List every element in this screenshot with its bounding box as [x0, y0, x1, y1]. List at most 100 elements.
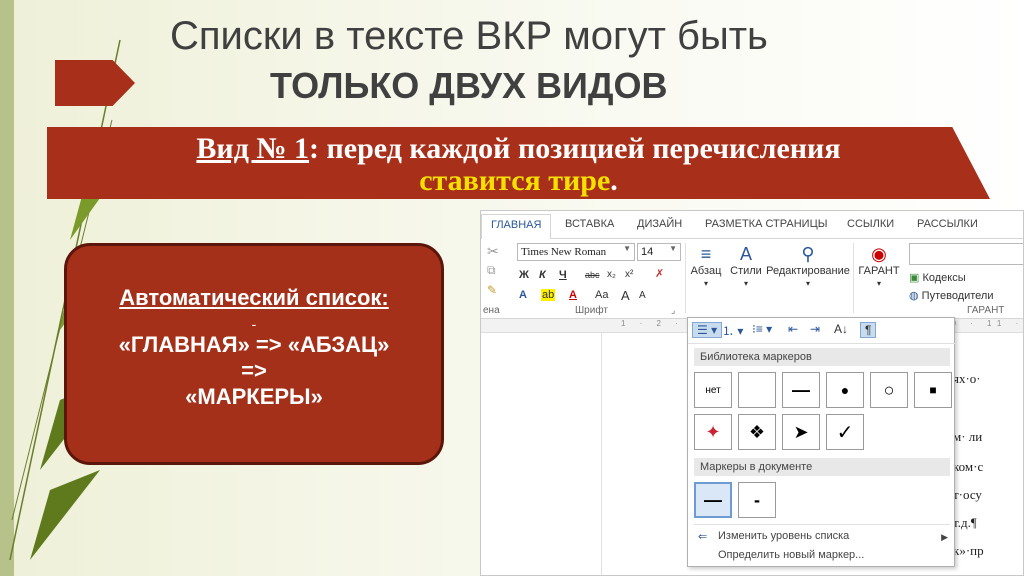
- strikethrough-button[interactable]: abc: [585, 270, 600, 280]
- guides-icon: ◍: [909, 290, 919, 302]
- library-header: Библиотека маркеров: [694, 348, 950, 366]
- chevron-down-icon: ▾: [805, 279, 810, 288]
- paragraph-button[interactable]: ≡ Абзац ▾: [689, 243, 723, 289]
- underline-button[interactable]: Ч: [559, 269, 567, 281]
- ribbon: ✂ ⧉ ✎ Times New Roman ▼ 14 ▼ Ж К Ч abc x₂ …: [481, 239, 1023, 319]
- chevron-right-icon: ▶: [941, 532, 948, 542]
- grow-font-button[interactable]: A: [621, 288, 630, 303]
- ribbon-separator: [685, 243, 686, 313]
- banner-description: : перед каждой позицией перечисления: [309, 132, 841, 165]
- show-formatting-button[interactable]: ¶: [860, 322, 877, 338]
- chevron-down-icon: ▾: [703, 279, 708, 288]
- bullet-star[interactable]: ✦: [694, 414, 732, 450]
- garant-button[interactable]: ◉ ГАРАНТ ▾: [855, 243, 903, 289]
- format-painter-icon[interactable]: ✎: [487, 283, 497, 297]
- title-line-1: Списки в тексте ВКР могут быть: [170, 14, 768, 58]
- banner-period: .: [610, 164, 618, 197]
- bullet-dash[interactable]: —: [782, 372, 820, 408]
- group-label-font: Шрифт: [575, 305, 608, 316]
- font-color-button[interactable]: A: [569, 289, 577, 301]
- doc-text-fragment: ях·о·: [953, 371, 981, 386]
- chevron-down-icon: ▼: [669, 244, 677, 253]
- chevron-down-icon: ▼: [623, 244, 631, 253]
- chevron-down-icon: ▾: [743, 279, 748, 288]
- styles-button[interactable]: A Стили ▾: [729, 243, 763, 289]
- paragraph-mini-toolbar: ☰ ▾ ⒈ ▾ ⁝≡ ▾ ⇤ ⇥ A↓ ¶: [688, 318, 956, 344]
- guides-label: Путеводители: [921, 290, 994, 302]
- word-screenshot: ГЛАВНАЯ ВСТАВКА ДИЗАЙН РАЗМЕТКА СТРАНИЦЫ…: [480, 210, 1024, 576]
- font-size-select[interactable]: 14 ▼: [637, 243, 681, 261]
- doc-text-fragment: т.д.¶: [953, 515, 977, 530]
- bold-button[interactable]: Ж: [519, 269, 529, 281]
- shrink-font-button[interactable]: A: [639, 290, 646, 301]
- tab-references[interactable]: ССЫЛКИ: [847, 218, 894, 230]
- styles-label: Стили: [730, 265, 762, 277]
- instruction-line-1: «ГЛАВНАЯ» => «АБЗАЦ»: [118, 332, 390, 357]
- font-name-select[interactable]: Times New Roman ▼: [517, 243, 635, 261]
- doc-text-fragment: м· ли: [953, 429, 983, 444]
- document-bullet-dash[interactable]: —: [694, 482, 732, 518]
- decrease-indent-button[interactable]: ⇤: [788, 322, 798, 336]
- editing-button[interactable]: ⚲ Редактирование ▾: [765, 243, 851, 289]
- guides-link[interactable]: ◍ Путеводители: [909, 289, 994, 302]
- change-case-button[interactable]: Aa: [595, 289, 608, 301]
- binoculars-icon: ⚲: [801, 244, 815, 264]
- slide-title: Списки в тексте ВКР могут быть ТОЛЬКО ДВ…: [170, 10, 930, 110]
- increase-indent-button[interactable]: ⇥: [810, 322, 820, 336]
- bullet-hollow-circle[interactable]: ○: [870, 372, 908, 408]
- instruction-title: Автоматический список:: [119, 285, 389, 310]
- bullet-square[interactable]: ■: [914, 372, 952, 408]
- document-bullets-header: Маркеры в документе: [694, 458, 950, 476]
- banner-type-label: Вид № 1: [196, 132, 310, 165]
- bullets-button[interactable]: ☰ ▾: [692, 322, 723, 338]
- highlight-button[interactable]: ab: [541, 289, 556, 301]
- subscript-button[interactable]: x₂: [607, 269, 616, 280]
- bullet-empty[interactable]: [738, 372, 776, 408]
- title-line-2: ТОЛЬКО ДВУХ ВИДОВ: [270, 65, 668, 106]
- clear-format-icon[interactable]: ✗: [655, 267, 664, 280]
- bullet-diamond-cluster[interactable]: ❖: [738, 414, 776, 450]
- tab-home[interactable]: ГЛАВНАЯ: [481, 214, 552, 240]
- type-banner: Вид № 1: перед каждой позицией перечисле…: [47, 127, 990, 199]
- codecs-link[interactable]: ▣ Кодексы: [909, 271, 966, 284]
- garant-search-input[interactable]: [909, 243, 1023, 265]
- bullet-none[interactable]: нет: [694, 372, 732, 408]
- font-name-value: Times New Roman: [521, 246, 607, 258]
- dialog-launcher-icon[interactable]: ⌟: [671, 305, 675, 316]
- change-list-level-item[interactable]: Изменить уровень списка: [718, 530, 849, 542]
- editing-label: Редактирование: [766, 265, 850, 277]
- italic-button[interactable]: К: [539, 269, 546, 281]
- bullet-arrowhead[interactable]: ➤: [782, 414, 820, 450]
- copy-icon[interactable]: ⧉: [487, 263, 496, 278]
- menu-separator: [694, 524, 950, 525]
- instruction-box: Автоматический список: - «ГЛАВНАЯ» => «А…: [64, 243, 444, 465]
- paragraph-icon: ≡: [700, 244, 712, 264]
- document-bullet-hyphen[interactable]: -: [738, 482, 776, 518]
- bullet-checkmark[interactable]: ✓: [826, 414, 864, 450]
- styles-icon: A: [739, 244, 752, 264]
- tab-mailings[interactable]: РАССЫЛКИ: [917, 218, 978, 230]
- tab-insert[interactable]: ВСТАВКА: [565, 218, 614, 230]
- codecs-icon: ▣: [909, 272, 920, 284]
- define-new-bullet-item[interactable]: Определить новый маркер...: [718, 549, 864, 561]
- cut-icon[interactable]: ✂: [487, 243, 499, 260]
- multilevel-list-button[interactable]: ⁝≡ ▾: [752, 322, 772, 336]
- numbering-button[interactable]: ⒈ ▾: [722, 322, 743, 339]
- sort-button[interactable]: A↓: [834, 322, 848, 336]
- ribbon-tabs: ГЛАВНАЯ ВСТАВКА ДИЗАЙН РАЗМЕТКА СТРАНИЦЫ…: [481, 211, 1023, 240]
- tab-design[interactable]: ДИЗАЙН: [637, 218, 682, 230]
- doc-text-fragment: т·осу: [953, 487, 982, 502]
- doc-text-fragment: ком·с: [953, 459, 984, 474]
- instruction-dash: -: [251, 316, 257, 332]
- bullets-dropdown: ☰ ▾ ⒈ ▾ ⁝≡ ▾ ⇤ ⇥ A↓ ¶ Библиотека маркеро…: [687, 317, 956, 567]
- instruction-line-3: «МАРКЕРЫ»: [185, 384, 323, 409]
- superscript-button[interactable]: x²: [625, 269, 633, 280]
- text-effects-button[interactable]: A: [519, 289, 527, 301]
- chevron-down-icon: ▾: [876, 279, 881, 288]
- tab-page-layout[interactable]: РАЗМЕТКА СТРАНИЦЫ: [705, 218, 827, 230]
- instruction-line-2: =>: [241, 358, 267, 383]
- doc-text-fragment: к»·пр: [953, 543, 984, 558]
- garant-label: ГАРАНТ: [858, 265, 900, 277]
- banner-highlight: ставится тире: [419, 164, 611, 197]
- bullet-filled-circle[interactable]: ●: [826, 372, 864, 408]
